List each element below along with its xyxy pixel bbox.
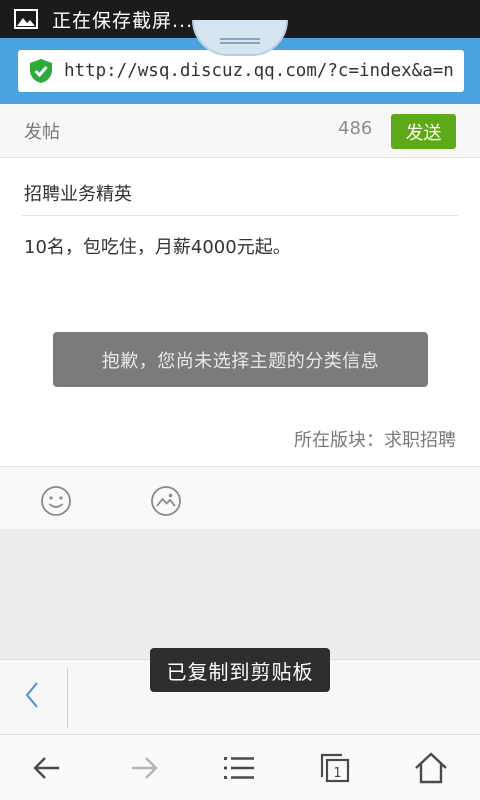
url-text: http://wsq.discuz.qq.com/?c=index&a=n — [64, 61, 454, 81]
post-toolbar — [0, 466, 480, 529]
tabs-frame-icon: 1 — [320, 753, 350, 783]
send-button[interactable]: 发送 — [391, 114, 456, 149]
content-field[interactable]: 10名，包吃住，月薪4000元起。 — [24, 233, 291, 259]
menu-icon[interactable] — [222, 751, 256, 785]
browser-navbar: 1 — [0, 734, 480, 800]
forward-arrow-icon[interactable] — [127, 751, 161, 785]
divider — [67, 668, 68, 728]
copy-toast: 已复制到剪贴板 — [150, 648, 330, 692]
panel-area — [0, 529, 480, 659]
board-label: 所在版块：求职招聘 — [294, 430, 456, 451]
post-header: 发帖 486 发送 — [0, 104, 480, 158]
status-text: 正在保存截屏... — [52, 9, 194, 32]
image-insert-icon[interactable] — [150, 485, 182, 517]
char-count: 486 — [338, 118, 373, 139]
page-title: 发帖 — [24, 122, 60, 143]
error-toast: 抱歉，您尚未选择主题的分类信息 — [53, 332, 428, 387]
tabs-icon[interactable]: 1 — [318, 751, 352, 785]
shield-check-icon — [30, 59, 52, 83]
smiley-icon[interactable] — [40, 485, 72, 517]
home-icon[interactable] — [414, 751, 448, 785]
image-icon — [14, 9, 38, 29]
subject-field[interactable]: 招聘业务精英 — [24, 180, 132, 206]
tab-count: 1 — [333, 766, 341, 781]
chevron-left-icon[interactable] — [22, 680, 42, 710]
url-bar: http://wsq.discuz.qq.com/?c=index&a=n — [0, 20, 480, 104]
back-arrow-icon[interactable] — [30, 751, 64, 785]
subject-divider — [22, 215, 458, 216]
url-input[interactable]: http://wsq.discuz.qq.com/?c=index&a=n — [18, 50, 464, 92]
